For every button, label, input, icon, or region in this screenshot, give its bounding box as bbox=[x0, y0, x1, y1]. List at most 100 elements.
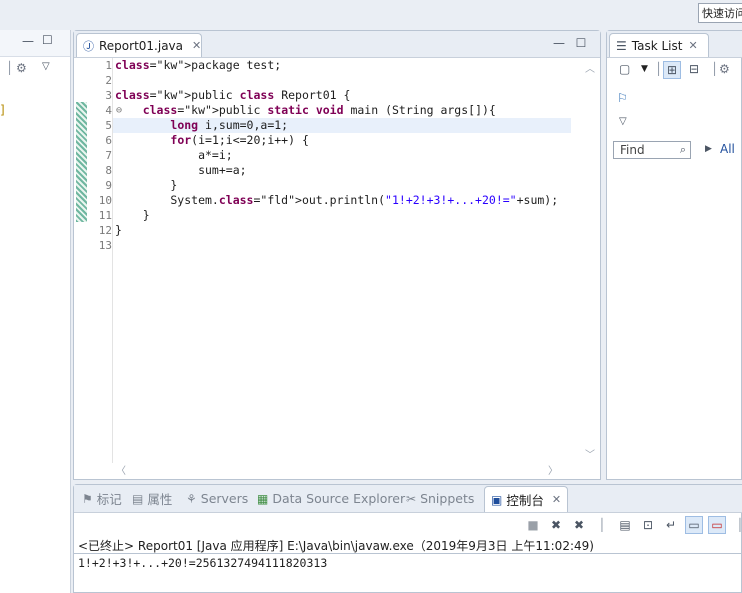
tab-label: 控制台 bbox=[506, 493, 544, 508]
line-number: 10 bbox=[98, 194, 112, 207]
maximize-icon[interactable]: ☐ bbox=[42, 33, 53, 47]
scroll-lock-icon[interactable]: ⊡ bbox=[639, 516, 657, 534]
all-link[interactable]: All bbox=[720, 142, 735, 156]
remove-launch-icon[interactable]: ✖ bbox=[547, 516, 565, 534]
code-text-area[interactable]: class="kw">package test; class="kw">publ… bbox=[112, 58, 571, 463]
code-line[interactable]: class="kw">package test; bbox=[113, 58, 571, 73]
clear-console-icon[interactable]: ▤ bbox=[616, 516, 634, 534]
java-file-icon: Ⓙ bbox=[83, 39, 94, 53]
code-line[interactable]: } bbox=[113, 223, 571, 238]
task-list-icon: ☰ bbox=[616, 38, 627, 53]
code-line[interactable]: System.class="fld">out.println("1!+2!+3!… bbox=[113, 193, 571, 208]
scroll-left-icon[interactable]: 〈 bbox=[116, 462, 126, 477]
change-ruler-marks bbox=[76, 102, 87, 222]
remove-all-terminated-icon[interactable]: ✖ bbox=[570, 516, 588, 534]
line-number: 5 bbox=[105, 119, 112, 132]
filter-icon[interactable]: ⚙ bbox=[16, 61, 27, 75]
search-icon[interactable]: ⌕ bbox=[680, 142, 686, 158]
horizontal-scrollbar[interactable]: 〈 〉 bbox=[112, 461, 580, 477]
play-icon: ▶ bbox=[705, 144, 712, 154]
toolbar-separator: │ bbox=[736, 518, 742, 532]
tab-label: Data Source Explorer bbox=[272, 491, 406, 506]
code-line-current[interactable]: long i,sum=0,a=1; bbox=[113, 118, 571, 133]
scroll-down-icon[interactable]: ﹀ bbox=[585, 446, 595, 461]
line-number: 3 bbox=[105, 89, 112, 102]
editor-tab-label: Report01.java bbox=[99, 38, 184, 53]
line-number: 1 bbox=[105, 59, 112, 72]
markers-icon: ⚑ bbox=[82, 491, 93, 506]
console-icon: ▣ bbox=[491, 492, 503, 507]
line-number: 12 bbox=[98, 224, 112, 237]
java-editor: Ⓙ Report01.java ✕ — ☐ 1 2 3 4 ⊖ 5 6 7 8 9… bbox=[73, 30, 601, 480]
servers-icon: ⚘ bbox=[186, 491, 197, 506]
focus-icon[interactable]: ⊟ bbox=[689, 62, 699, 76]
separator-icon: │ bbox=[6, 61, 14, 75]
scroll-up-icon[interactable]: ︿ bbox=[585, 60, 595, 75]
tab-label: 标记 bbox=[96, 492, 122, 507]
close-icon[interactable]: ✕ bbox=[192, 39, 201, 52]
activate-task-icon[interactable]: ⚐ bbox=[617, 91, 628, 105]
code-line[interactable]: a*=i; bbox=[113, 148, 571, 163]
tab-properties[interactable]: ▤ 属性 bbox=[132, 485, 172, 512]
left-view-panel: — ☐ │ ⚙ ▽ ] bbox=[0, 30, 71, 593]
code-line[interactable] bbox=[113, 238, 571, 253]
minimize-icon[interactable]: — bbox=[22, 34, 34, 48]
code-line[interactable]: sum+=a; bbox=[113, 163, 571, 178]
filter-icon[interactable]: ⚙ bbox=[719, 62, 730, 76]
code-line[interactable] bbox=[113, 73, 571, 88]
line-number: 7 bbox=[105, 149, 112, 162]
tab-label: 属性 bbox=[147, 492, 173, 507]
tab-data-source-explorer[interactable]: ▦ Data Source Explorer bbox=[257, 485, 405, 512]
toolbar-separator: │ bbox=[598, 518, 606, 532]
tab-label: Servers bbox=[200, 491, 249, 506]
minimize-icon[interactable]: — bbox=[552, 36, 566, 50]
maximize-icon[interactable]: ☐ bbox=[574, 36, 588, 50]
categorize-icon[interactable]: ⊞ bbox=[663, 61, 681, 79]
tab-console[interactable]: ▣ 控制台 ✕ bbox=[484, 486, 569, 512]
tab-markers[interactable]: ⚑ 标记 bbox=[82, 485, 122, 512]
code-line[interactable]: for(i=1;i<=20;i++) { bbox=[113, 133, 571, 148]
new-task-icon[interactable]: ▢ bbox=[619, 62, 630, 76]
task-list-tabbar: ☰ Task List ✕ bbox=[607, 31, 742, 58]
properties-icon: ▤ bbox=[132, 491, 144, 506]
tab-task-list[interactable]: ☰ Task List ✕ bbox=[609, 33, 709, 57]
close-icon[interactable]: ✕ bbox=[552, 493, 561, 506]
toolbar-separator: │ bbox=[711, 62, 719, 76]
console-toolbar: ■ ✖ ✖ │ ▤ ⊡ ↵ ▭ ▭ │ ⇲ bbox=[524, 515, 742, 535]
terminate-icon[interactable]: ■ bbox=[524, 516, 542, 534]
close-icon[interactable]: ✕ bbox=[688, 39, 697, 52]
bottom-tabbar: ⚑ 标记 ▤ 属性 ⚘ Servers ▦ Data Source Explorer ✂… bbox=[74, 485, 742, 513]
line-number: 13 bbox=[98, 239, 112, 252]
line-number: 2 bbox=[105, 74, 112, 87]
line-number-ruler: 1 2 3 4 ⊖ 5 6 7 8 9 10 11 12 13 bbox=[88, 58, 122, 463]
task-list-view: ☰ Task List ✕ ▢ ▼ │ ⊞ ⊟ │ ⚙ ⚐ ▽ Find ⌕ ▶… bbox=[606, 30, 742, 480]
tab-servers[interactable]: ⚘ Servers bbox=[186, 485, 248, 512]
left-view-tabbar: — ☐ bbox=[0, 30, 70, 57]
data-source-icon: ▦ bbox=[257, 491, 269, 506]
quick-access-field[interactable]: 快速访问 bbox=[698, 3, 742, 23]
vertical-scrollbar[interactable]: ︿ ﹀ bbox=[582, 58, 598, 463]
dropdown-icon[interactable]: ▼ bbox=[641, 64, 648, 74]
find-input[interactable]: Find ⌕ bbox=[613, 141, 691, 159]
editor-tab-report01[interactable]: Ⓙ Report01.java ✕ bbox=[76, 33, 202, 57]
snippets-icon: ✂ bbox=[406, 491, 417, 506]
bottom-panel: ⚑ 标记 ▤ 属性 ⚘ Servers ▦ Data Source Explorer ✂… bbox=[73, 484, 742, 593]
scroll-right-icon[interactable]: 〉 bbox=[548, 462, 558, 477]
line-number: 6 bbox=[105, 134, 112, 147]
editor-tabbar: Ⓙ Report01.java ✕ — ☐ bbox=[74, 31, 600, 58]
console-output[interactable]: 1!+2!+3!+...+20!=2561327494111820313 bbox=[78, 556, 327, 570]
show-on-error-icon[interactable]: ▭ bbox=[708, 516, 726, 534]
line-number: 9 bbox=[105, 179, 112, 192]
view-menu-icon[interactable]: ▽ bbox=[42, 61, 50, 72]
code-line[interactable]: } bbox=[113, 178, 571, 193]
tab-snippets[interactable]: ✂ Snippets bbox=[406, 485, 474, 512]
tree-marker-icon: ] bbox=[0, 103, 5, 117]
show-on-output-icon[interactable]: ▭ bbox=[685, 516, 703, 534]
word-wrap-icon[interactable]: ↵ bbox=[662, 516, 680, 534]
code-line[interactable]: class="kw">public static void main (Stri… bbox=[113, 103, 571, 118]
task-list-tab-label: Task List bbox=[631, 38, 683, 53]
code-line[interactable]: } bbox=[113, 208, 571, 223]
code-line[interactable]: class="kw">public class Report01 { bbox=[113, 88, 571, 103]
console-status-line: <已终止> Report01 [Java 应用程序] E:\Java\bin\j… bbox=[78, 539, 594, 553]
view-menu-icon[interactable]: ▽ bbox=[619, 116, 627, 127]
